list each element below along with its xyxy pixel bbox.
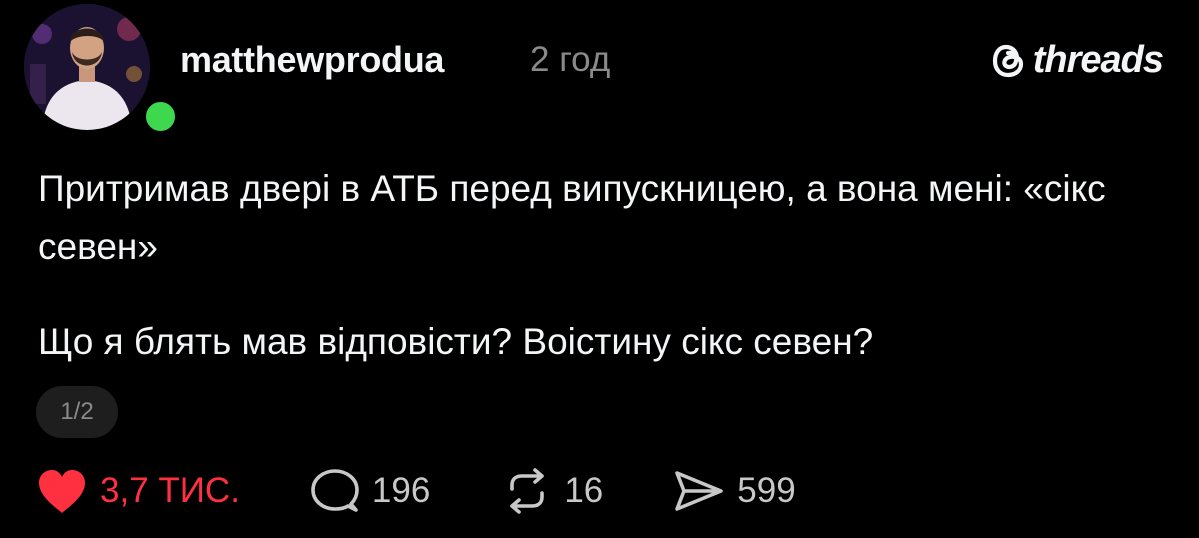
post-paragraph: Що я блять мав відповісти? Воістину сікс…: [38, 321, 874, 362]
repost-icon: [510, 468, 545, 514]
post-timestamp: 2 год: [530, 40, 611, 79]
username[interactable]: matthewprodua: [180, 38, 444, 82]
avatar[interactable]: [24, 4, 150, 130]
threads-brand: threads: [991, 38, 1164, 82]
send-icon: [675, 471, 724, 511]
like-button[interactable]: 3,7 ТИС.: [36, 467, 240, 515]
online-status-dot: [141, 97, 180, 136]
comment-bubble-icon: [311, 469, 359, 512]
like-count: 3,7 ТИС.: [100, 471, 240, 510]
reply-count: 196: [371, 471, 431, 510]
thread-pager[interactable]: 1/2: [36, 386, 118, 438]
post-paragraph: Притримав двері в АТБ перед випускницею,…: [38, 168, 1106, 267]
avatar-container[interactable]: [24, 4, 180, 136]
repost-count: 16: [564, 471, 604, 510]
threads-logo-icon: [992, 44, 1023, 78]
heart-icon: [39, 470, 85, 513]
post-actions: 3,7 ТИС. 196 16 599: [36, 462, 796, 520]
share-count: 599: [737, 471, 796, 510]
brand-wordmark: threads: [1032, 39, 1164, 81]
reply-button[interactable]: 196: [310, 467, 430, 515]
repost-button[interactable]: 16: [502, 467, 603, 515]
share-button[interactable]: 599: [673, 467, 796, 515]
threads-post: matthewprodua 2 год threads Притримав дв…: [0, 0, 1199, 538]
